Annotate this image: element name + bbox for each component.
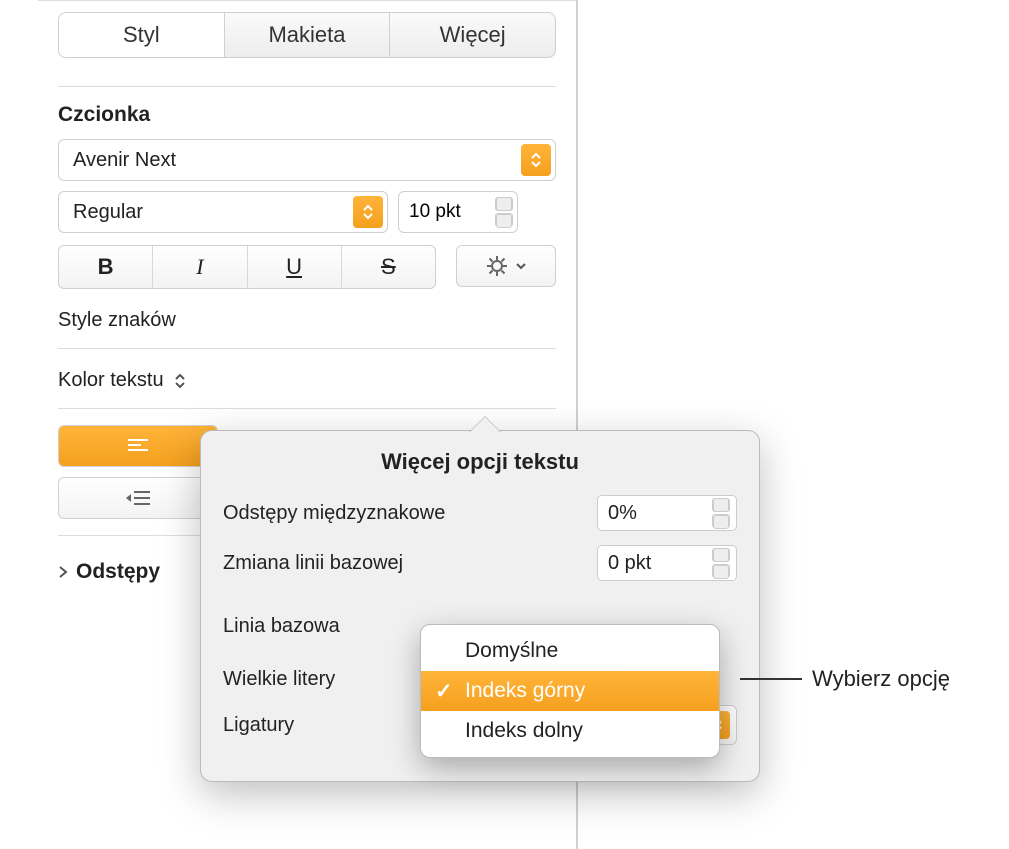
align-left-button[interactable] (59, 426, 217, 466)
chevron-down-icon (515, 262, 527, 270)
baseline-dropdown-menu: Domyślne Indeks górny Indeks dolny (420, 624, 720, 758)
divider (58, 348, 556, 349)
popover-title: Więcej opcji tekstu (223, 449, 737, 475)
popup-arrows-icon (521, 144, 551, 176)
chevron-updown-icon (174, 374, 186, 388)
chevron-right-icon (58, 565, 68, 579)
indent-icon (125, 489, 151, 507)
stepper-up[interactable] (712, 498, 730, 512)
indent-group[interactable] (58, 477, 218, 519)
font-family-value: Avenir Next (73, 149, 521, 172)
menu-item-subscript[interactable]: Indeks dolny (421, 711, 719, 751)
menu-item-default[interactable]: Domyślne (421, 631, 719, 671)
underline-button[interactable]: U (247, 246, 341, 288)
callout-text: Wybierz opcję (812, 666, 950, 692)
text-color-label: Kolor tekstu (58, 369, 164, 392)
spacing-label: Odstępy (76, 560, 160, 584)
font-section-heading: Czcionka (58, 103, 556, 127)
char-spacing-stepper[interactable] (712, 498, 730, 528)
font-family-popup[interactable]: Avenir Next (58, 139, 556, 181)
gear-icon (485, 254, 509, 278)
stepper-down[interactable] (712, 514, 730, 528)
font-size-input[interactable] (409, 201, 469, 223)
divider (58, 408, 556, 409)
italic-button[interactable]: I (152, 246, 246, 288)
stepper-up[interactable] (495, 197, 513, 211)
stepper-down[interactable] (712, 564, 730, 578)
alignment-group (58, 425, 218, 467)
strikethrough-button[interactable]: S (341, 246, 435, 288)
text-style-group: B I U S (58, 245, 436, 289)
baseline-shift-field[interactable]: 0 pkt (597, 545, 737, 581)
char-spacing-field[interactable]: 0% (597, 495, 737, 531)
char-spacing-label: Odstępy międzyznakowe (223, 502, 597, 525)
font-size-stepper[interactable] (495, 197, 513, 227)
callout: Wybierz opcję (740, 666, 950, 692)
bold-button[interactable]: B (59, 246, 152, 288)
font-size-field[interactable] (398, 191, 518, 233)
stepper-down[interactable] (495, 213, 513, 227)
stepper-up[interactable] (712, 548, 730, 562)
character-styles-row[interactable]: Style znaków (58, 309, 556, 332)
popup-arrows-icon (353, 196, 383, 228)
baseline-shift-stepper[interactable] (712, 548, 730, 578)
text-color-row[interactable]: Kolor tekstu (58, 369, 556, 392)
tab-style[interactable]: Styl (59, 13, 224, 57)
advanced-options-button[interactable] (456, 245, 556, 287)
menu-item-superscript[interactable]: Indeks górny (421, 671, 719, 711)
align-left-icon (127, 438, 149, 454)
tab-more[interactable]: Więcej (389, 13, 555, 57)
font-weight-popup[interactable]: Regular (58, 191, 388, 233)
char-spacing-value: 0% (608, 502, 637, 525)
inspector-tabs: Styl Makieta Więcej (58, 12, 556, 58)
callout-line (740, 678, 802, 680)
font-weight-value: Regular (73, 201, 353, 224)
tab-layout[interactable]: Makieta (224, 13, 390, 57)
baseline-shift-value: 0 pkt (608, 552, 651, 575)
baseline-shift-label: Zmiana linii bazowej (223, 552, 597, 575)
divider (58, 86, 556, 87)
character-styles-label: Style znaków (58, 309, 176, 332)
